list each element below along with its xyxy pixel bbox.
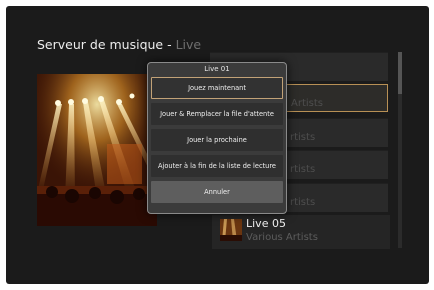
album-art <box>37 74 157 226</box>
cancel-button[interactable]: Annuler <box>151 181 283 203</box>
list-item-artist: rtists <box>290 164 316 175</box>
list-item-artist: rtists <box>290 132 316 143</box>
list-item-title: Live 05 <box>246 217 286 230</box>
add-to-end-option[interactable]: Ajouter à la fin de la liste de lecture <box>151 155 283 177</box>
scrollbar-thumb[interactable] <box>398 52 402 94</box>
context-menu: Live 01 Jouez maintenant Jouer & Remplac… <box>147 62 287 214</box>
play-replace-queue-option[interactable]: Jouer & Remplacer la file d'attente <box>151 103 283 125</box>
concert-image <box>37 74 157 226</box>
page-title: Serveur de musique - Live <box>37 37 201 52</box>
play-next-option[interactable]: Jouer la prochaine <box>151 129 283 151</box>
title-separator: - <box>167 37 176 52</box>
list-item-artist: rtists <box>290 197 316 208</box>
list-item-artist: Various Artists <box>246 232 318 243</box>
context-menu-title: Live 01 <box>204 65 230 73</box>
list-item-artist: Artists <box>291 98 323 109</box>
page-subtitle: Live <box>175 37 202 52</box>
album-thumbnail <box>220 219 242 241</box>
music-server-screen: Serveur de musique - Live Artists rtists… <box>6 6 429 284</box>
page-title-main: Serveur de musique <box>37 37 164 52</box>
play-now-option[interactable]: Jouez maintenant <box>151 77 283 99</box>
list-item-live-05[interactable]: Live 05 Various Artists <box>212 215 390 249</box>
scrollbar[interactable] <box>398 52 402 248</box>
